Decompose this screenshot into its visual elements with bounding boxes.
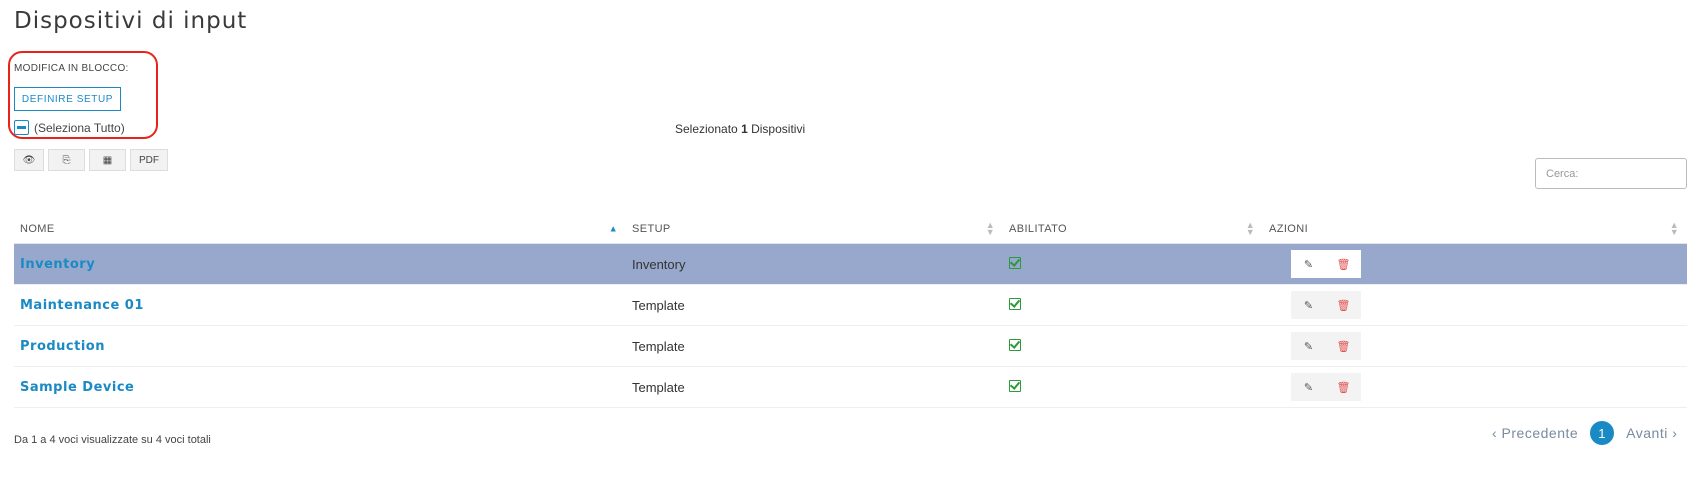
- table-header-row: NOME ▲ SETUP ▲ ▼ ABILITATO ▲ ▼ AZIONI ▲ ▼: [14, 215, 1687, 244]
- trash-icon[interactable]: 🗑: [1326, 373, 1361, 401]
- trash-icon[interactable]: 🗑: [1326, 332, 1361, 360]
- sort-icon: ▲ ▼: [985, 220, 995, 237]
- select-all-toggle[interactable]: (Seleziona Tutto): [14, 120, 125, 135]
- selection-count: 1: [741, 122, 748, 136]
- device-name-link[interactable]: Maintenance 01: [20, 298, 144, 313]
- enabled-check-icon: [1009, 338, 1021, 351]
- sort-icon: ▲ ▼: [1669, 220, 1679, 237]
- search-input[interactable]: [1535, 158, 1687, 189]
- page-title: Dispositivi di input: [14, 8, 248, 34]
- trash-icon[interactable]: 🗑: [1326, 291, 1361, 319]
- column-header-enabled[interactable]: ABILITATO ▲ ▼: [1003, 215, 1263, 244]
- table-info: Da 1 a 4 voci visualizzate su 4 voci tot…: [14, 434, 211, 446]
- pagination: ‹ Precedente 1 Avanti ›: [1492, 421, 1677, 445]
- export-toolbar: 👁 ⎘ ▦ PDF: [14, 149, 168, 171]
- selection-info: Selezionato 1 Dispositivi: [675, 122, 805, 136]
- table-row[interactable]: Maintenance 01 Template ✎ 🗑: [14, 284, 1687, 326]
- copy-button[interactable]: ⎘: [48, 149, 85, 171]
- column-header-name[interactable]: NOME ▲: [14, 215, 626, 244]
- column-header-actions[interactable]: AZIONI ▲ ▼: [1263, 215, 1687, 244]
- bulk-edit-label: MODIFICA IN BLOCCO:: [14, 63, 129, 74]
- edit-icon[interactable]: ✎: [1291, 250, 1326, 278]
- device-setup: Template: [626, 325, 1003, 367]
- edit-icon[interactable]: ✎: [1291, 332, 1326, 360]
- next-page-link[interactable]: Avanti ›: [1626, 425, 1677, 441]
- row-actions: ✎ 🗑: [1291, 250, 1361, 278]
- table-row[interactable]: Production Template ✎ 🗑: [14, 325, 1687, 367]
- trash-icon[interactable]: 🗑: [1326, 250, 1361, 278]
- row-actions: ✎ 🗑: [1291, 373, 1361, 401]
- eye-icon: 👁: [22, 154, 36, 166]
- device-setup: Template: [626, 366, 1003, 408]
- device-setup: Inventory: [626, 243, 1003, 285]
- pdf-label: PDF: [139, 154, 159, 166]
- device-name-link[interactable]: Inventory: [20, 257, 95, 272]
- column-header-setup[interactable]: SETUP ▲ ▼: [626, 215, 1003, 244]
- excel-button[interactable]: ▦: [89, 149, 126, 171]
- devices-table: NOME ▲ SETUP ▲ ▼ ABILITATO ▲ ▼ AZIONI ▲ ▼ I…: [14, 215, 1687, 408]
- table-icon: ▦: [102, 154, 113, 166]
- device-name-link[interactable]: Sample Device: [20, 380, 134, 395]
- row-actions: ✎ 🗑: [1291, 291, 1361, 319]
- row-actions: ✎ 🗑: [1291, 332, 1361, 360]
- pdf-button[interactable]: PDF: [130, 149, 168, 171]
- indeterminate-checkbox-icon[interactable]: [14, 120, 29, 135]
- enabled-check-icon: [1009, 256, 1021, 269]
- edit-icon[interactable]: ✎: [1291, 291, 1326, 319]
- previous-page-link[interactable]: ‹ Precedente: [1492, 425, 1578, 441]
- selection-suffix: Dispositivi: [751, 122, 806, 136]
- define-setup-button[interactable]: DEFINIRE SETUP: [14, 87, 121, 111]
- sort-ascending-icon: ▲: [608, 223, 618, 234]
- table-row[interactable]: Sample Device Template ✎ 🗑: [14, 366, 1687, 408]
- selection-prefix: Selezionato: [675, 122, 738, 136]
- copy-icon: ⎘: [62, 154, 71, 166]
- edit-icon[interactable]: ✎: [1291, 373, 1326, 401]
- enabled-check-icon: [1009, 297, 1021, 310]
- view-button[interactable]: 👁: [14, 149, 44, 171]
- sort-icon: ▲ ▼: [1245, 220, 1255, 237]
- select-all-label: (Seleziona Tutto): [34, 120, 125, 135]
- table-row[interactable]: Inventory Inventory ✎ 🗑: [14, 243, 1687, 285]
- enabled-check-icon: [1009, 379, 1021, 392]
- device-setup: Template: [626, 284, 1003, 326]
- current-page-button[interactable]: 1: [1590, 421, 1615, 445]
- device-name-link[interactable]: Production: [20, 339, 105, 354]
